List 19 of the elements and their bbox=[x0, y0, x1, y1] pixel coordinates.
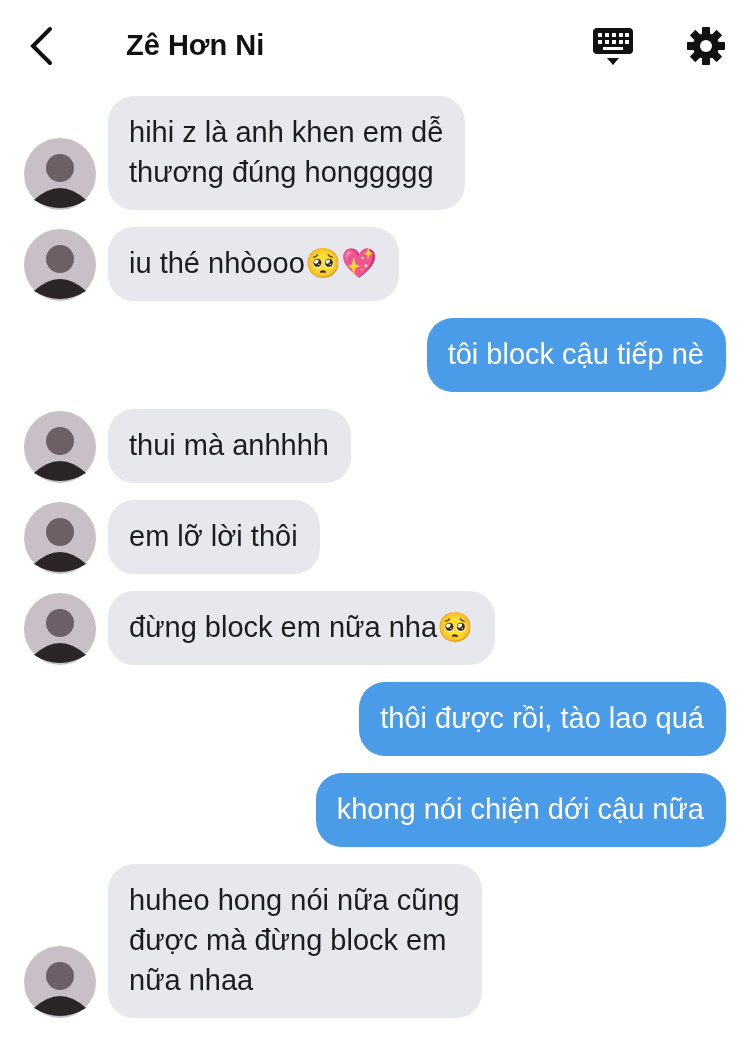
avatar bbox=[24, 946, 96, 1018]
avatar bbox=[24, 411, 96, 483]
avatar bbox=[24, 502, 96, 574]
avatar bbox=[24, 138, 96, 210]
outgoing-message: khong nói chiện dới cậu nữa bbox=[315, 773, 726, 847]
avatar bbox=[24, 593, 96, 665]
settings-icon[interactable] bbox=[686, 26, 726, 66]
chat-title: Zê Hơn Ni bbox=[126, 28, 265, 64]
avatar bbox=[24, 229, 96, 301]
incoming-message: thui mà anhhhh bbox=[108, 409, 351, 483]
incoming-message: đừng block em nữa nha🥺 bbox=[108, 591, 496, 665]
keyboard-icon[interactable] bbox=[592, 26, 634, 66]
incoming-message: huheo hong nói nữa cũng được mà đừng block em nữa nhaa bbox=[108, 864, 482, 1018]
incoming-message: em lỡ lời thôi bbox=[108, 500, 320, 574]
back-icon[interactable] bbox=[28, 26, 54, 66]
outgoing-message: thôi được rồi, tào lao quá bbox=[359, 682, 726, 756]
outgoing-message: tôi block cậu tiếp nè bbox=[426, 318, 726, 392]
incoming-message: hihi z là anh khen em dễ thương đúng honggggg bbox=[108, 96, 466, 210]
incoming-message: iu thé nhòooo🥺💖 bbox=[108, 227, 399, 301]
